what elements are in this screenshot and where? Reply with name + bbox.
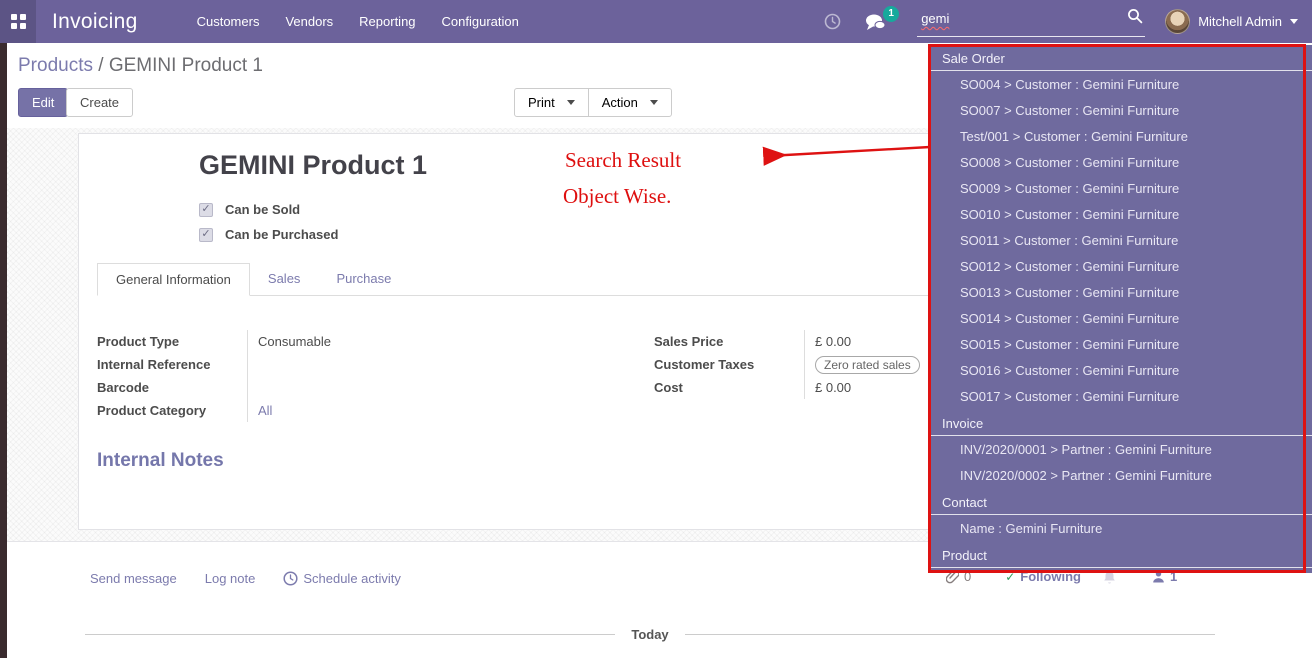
annotation-line1: Search Result [565, 148, 681, 173]
print-action-group: Print Action [514, 88, 672, 117]
internal-notes-heading: Internal Notes [97, 450, 224, 472]
action-button[interactable]: Action [588, 88, 672, 117]
search-result-row[interactable]: SO016 > Customer : Gemini Furniture [930, 358, 1312, 384]
nav-menu-item[interactable]: Vendors [274, 7, 344, 36]
field-value-text: £ 0.00 [815, 380, 851, 395]
print-button[interactable]: Print [514, 88, 589, 117]
field-value[interactable]: Consumable [247, 330, 567, 353]
product-title: GEMINI Product 1 [199, 150, 427, 181]
create-button[interactable]: Create [66, 88, 133, 117]
clock-icon [283, 571, 298, 586]
systray: 1 gemi Mitchell Admin [824, 6, 1312, 37]
checkbox-row[interactable]: ✓ Can be Sold [199, 202, 338, 217]
schedule-activity-button[interactable]: Schedule activity [283, 571, 401, 586]
field-label: Internal Reference [97, 353, 247, 376]
search-result-row[interactable]: Product [930, 542, 1312, 568]
field-value-text: All [258, 403, 272, 418]
caret-down-icon [1290, 19, 1298, 24]
search-result-row[interactable]: INV/2020/0002 > Partner : Gemini Furnitu… [930, 463, 1312, 489]
field-label: Product Category [97, 399, 247, 422]
search-query-text: gemi [921, 11, 1127, 26]
field-value[interactable]: All [247, 399, 567, 422]
field-label: Barcode [97, 376, 247, 399]
search-icon[interactable] [1127, 8, 1143, 29]
search-result-row[interactable]: Test/001 > Customer : Gemini Furniture [930, 124, 1312, 150]
schedule-activity-label: Schedule activity [303, 571, 401, 586]
messages-badge: 1 [883, 6, 899, 22]
product-flags: ✓ Can be Sold ✓ Can be Purchased [199, 202, 338, 252]
print-button-label: Print [528, 95, 555, 110]
app-title: Invoicing [52, 10, 138, 34]
field-label: Cost [654, 376, 804, 399]
search-result-row[interactable]: SO004 > Customer : Gemini Furniture [930, 72, 1312, 98]
field-value[interactable] [247, 376, 567, 399]
search-result-row[interactable]: SO012 > Customer : Gemini Furniture [930, 254, 1312, 280]
log-note-button[interactable]: Log note [205, 571, 256, 586]
notebook-tab[interactable]: Sales [250, 263, 319, 296]
annotation-arrow [752, 138, 932, 166]
search-result-row[interactable]: SO007 > Customer : Gemini Furniture [930, 98, 1312, 124]
search-result-row[interactable]: Invoice [930, 410, 1312, 436]
breadcrumb-current: GEMINI Product 1 [109, 55, 263, 76]
field-label: Customer Taxes [654, 353, 804, 376]
annotation-line2: Object Wise. [563, 184, 671, 209]
caret-down-icon [567, 100, 575, 105]
window-left-edge [0, 43, 7, 658]
field-value[interactable] [247, 353, 567, 376]
search-result-row[interactable]: INV/2020/0001 > Partner : Gemini Furnitu… [930, 437, 1312, 463]
search-input[interactable]: gemi [917, 6, 1145, 37]
checkbox-label: Can be Purchased [225, 227, 338, 242]
edit-button[interactable]: Edit [18, 88, 68, 117]
field-label: Sales Price [654, 330, 804, 353]
search-result-row[interactable]: SO017 > Customer : Gemini Furniture [930, 384, 1312, 410]
notebook-tab[interactable]: General Information [97, 263, 250, 296]
today-separator: Today [85, 627, 1215, 642]
caret-down-icon [650, 100, 658, 105]
field-value-text: Consumable [258, 334, 331, 349]
search-result-row[interactable]: Display Name : GEMINI Product 1 [930, 569, 1312, 573]
send-message-button[interactable]: Send message [90, 571, 177, 586]
breadcrumb: Products / GEMINI Product 1 [18, 55, 263, 77]
search-result-row[interactable]: SO014 > Customer : Gemini Furniture [930, 306, 1312, 332]
search-result-row[interactable]: SO013 > Customer : Gemini Furniture [930, 280, 1312, 306]
checkbox[interactable]: ✓ [199, 228, 213, 242]
search-result-row[interactable]: SO010 > Customer : Gemini Furniture [930, 202, 1312, 228]
messages-icon[interactable]: 1 [863, 13, 887, 31]
chatter-actions: Send message Log note Schedule activity [90, 571, 401, 586]
checkbox-row[interactable]: ✓ Can be Purchased [199, 227, 338, 242]
today-label: Today [631, 627, 668, 642]
field-group-left: Product Type Consumable Internal Referen… [97, 330, 567, 422]
nav-menu-item[interactable]: Reporting [348, 7, 426, 36]
checkmark-icon: ✓ [201, 204, 210, 215]
notebook-tab[interactable]: Purchase [318, 263, 409, 296]
breadcrumb-separator: / [98, 55, 103, 76]
nav-menu-item[interactable]: Customers [186, 7, 271, 36]
top-navbar: Invoicing Customers Vendors Reporting Co… [0, 0, 1312, 43]
user-name: Mitchell Admin [1198, 14, 1282, 29]
search-result-row[interactable]: SO011 > Customer : Gemini Furniture [930, 228, 1312, 254]
search-result-row[interactable]: SO008 > Customer : Gemini Furniture [930, 150, 1312, 176]
user-menu[interactable]: Mitchell Admin [1165, 9, 1298, 34]
breadcrumb-products-link[interactable]: Products [18, 55, 93, 76]
nav-menu-item[interactable]: Configuration [431, 7, 530, 36]
field-value-text: Zero rated sales [815, 356, 920, 374]
search-result-row[interactable]: SO009 > Customer : Gemini Furniture [930, 176, 1312, 202]
search-result-row[interactable]: Contact [930, 489, 1312, 515]
field-label: Product Type [97, 330, 247, 353]
search-result-row[interactable]: Name : Gemini Furniture [930, 516, 1312, 542]
search-result-row[interactable]: SO015 > Customer : Gemini Furniture [930, 332, 1312, 358]
activities-clock-icon[interactable] [824, 13, 841, 30]
user-avatar [1165, 9, 1190, 34]
checkbox[interactable]: ✓ [199, 203, 213, 217]
field-value-text: £ 0.00 [815, 334, 851, 349]
apps-grid-icon [11, 14, 26, 29]
apps-menu-button[interactable] [0, 0, 36, 43]
action-button-label: Action [602, 95, 638, 110]
checkmark-icon: ✓ [201, 229, 210, 240]
main-menu: Customers Vendors Reporting Configuratio… [186, 7, 530, 36]
search-results-dropdown: Sale Order SO004 > Customer : Gemini Fur… [930, 45, 1312, 573]
checkbox-label: Can be Sold [225, 202, 300, 217]
search-result-row[interactable]: Sale Order [930, 45, 1312, 71]
